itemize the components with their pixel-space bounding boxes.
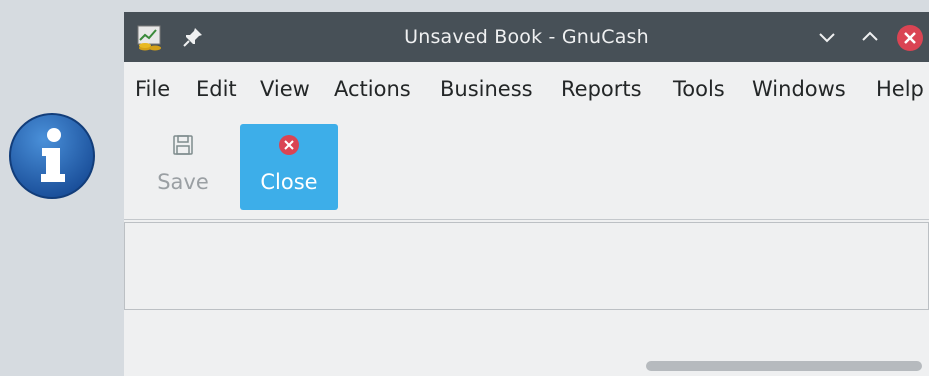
- chevron-up-icon: [862, 31, 878, 41]
- menu-file[interactable]: File: [135, 62, 170, 116]
- close-label: Close: [260, 170, 318, 194]
- info-icon: [8, 112, 96, 200]
- menu-business[interactable]: Business: [440, 62, 533, 116]
- menu-reports[interactable]: Reports: [561, 62, 642, 116]
- menu-actions[interactable]: Actions: [334, 62, 411, 116]
- menu-edit[interactable]: Edit: [196, 62, 237, 116]
- save-icon: [172, 134, 194, 156]
- toolbar: Save Close: [124, 116, 929, 220]
- chevron-down-icon: [819, 33, 835, 43]
- maximize-button[interactable]: [857, 24, 883, 50]
- menu-windows[interactable]: Windows: [752, 62, 846, 116]
- gnucash-window: Unsaved Book - GnuCash File Edit View Ac…: [124, 12, 929, 376]
- content-panel: [124, 222, 929, 310]
- save-label: Save: [157, 170, 209, 194]
- close-circle-icon: [278, 134, 300, 156]
- menu-help[interactable]: Help: [876, 62, 924, 116]
- toolbar-divider: [124, 219, 929, 220]
- close-button[interactable]: Close: [240, 124, 338, 210]
- title-bar[interactable]: Unsaved Book - GnuCash: [124, 12, 929, 62]
- close-window-button[interactable]: [896, 24, 923, 51]
- minimize-button[interactable]: [814, 24, 840, 50]
- screen: Unsaved Book - GnuCash File Edit View Ac…: [0, 0, 929, 376]
- save-button[interactable]: Save: [134, 124, 232, 210]
- menu-tools[interactable]: Tools: [673, 62, 725, 116]
- menu-bar: File Edit View Actions Business Reports …: [124, 62, 929, 116]
- window-title: Unsaved Book - GnuCash: [404, 26, 649, 48]
- horizontal-scrollbar[interactable]: [646, 361, 922, 371]
- menu-view[interactable]: View: [260, 62, 310, 116]
- close-icon: [897, 25, 923, 51]
